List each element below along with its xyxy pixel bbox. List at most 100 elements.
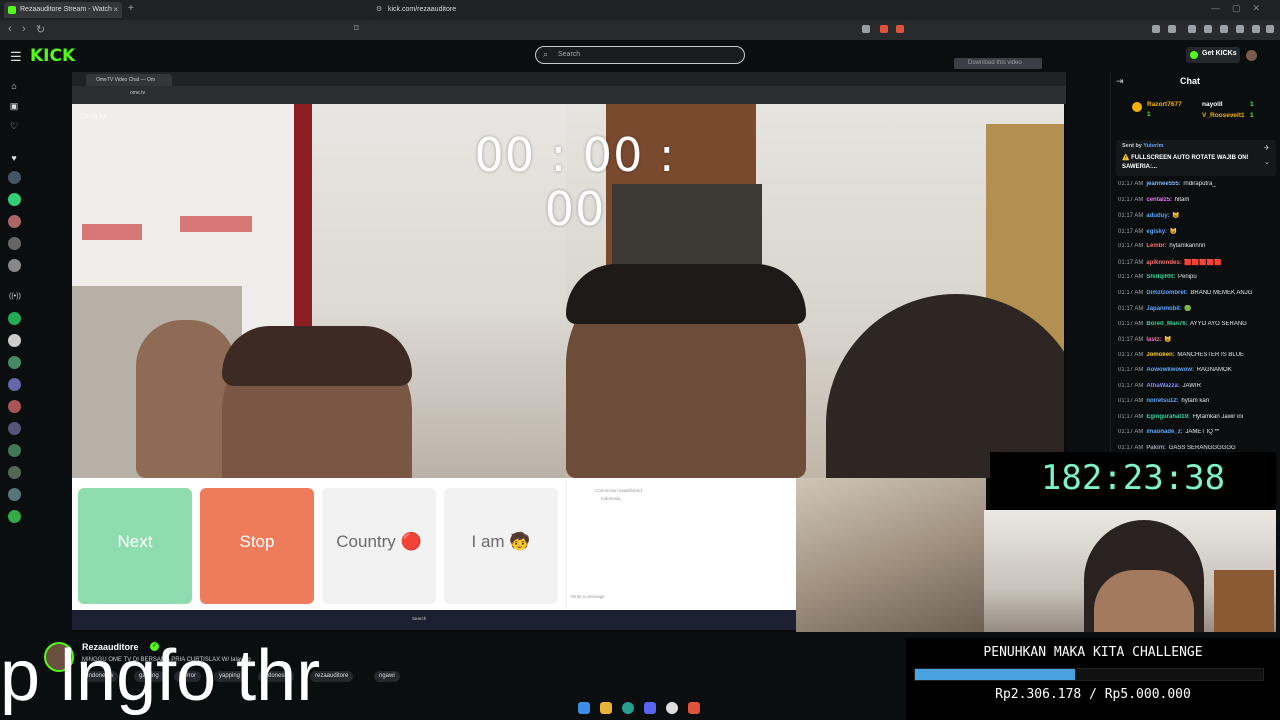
file-explorer-icon[interactable] <box>600 702 612 714</box>
chat-message[interactable]: 01:17 AM Jomoken: MANCHESTER IS BLUE <box>1118 352 1278 358</box>
collapse-chat-icon[interactable]: ⇥ <box>1116 76 1124 87</box>
chat-username[interactable]: Jomoken: <box>1146 352 1174 358</box>
user-avatar[interactable] <box>1246 50 1257 61</box>
browse-icon[interactable]: ▣ <box>9 101 19 112</box>
recommended-channel-avatar[interactable] <box>8 444 21 457</box>
chat-message[interactable]: 01:17 AM lastz: 😺 <box>1118 336 1278 343</box>
recommended-channel-avatar[interactable] <box>8 356 21 369</box>
chat-username[interactable]: Egingurahat19: <box>1146 414 1190 420</box>
chat-message[interactable]: 01:17 AM imaonade_z: JAMET IQ ** <box>1118 429 1278 435</box>
followed-channel-avatar[interactable] <box>8 171 21 184</box>
discord-icon[interactable] <box>644 702 656 714</box>
chat-username[interactable]: centalz5: <box>1146 197 1172 203</box>
menu-icon[interactable] <box>1266 25 1274 33</box>
i-am-button[interactable]: I am 🧒 <box>444 488 558 604</box>
following-icon[interactable]: ♡ <box>9 121 19 132</box>
chat-message[interactable]: 01:17 AM noiretsu12: hytam kan <box>1118 398 1278 404</box>
chat-message[interactable]: 01:17 AM Aowowkwowow: RAGNAMOK <box>1118 367 1278 373</box>
chat-message[interactable]: 01:17 AM aduduy: 😺 <box>1118 212 1278 219</box>
chat-message[interactable]: 01:17 AM Bored_Man76: AYYO AYO SERANG <box>1118 321 1278 327</box>
extension-icon[interactable] <box>1168 25 1176 33</box>
brave-rewards-icon[interactable] <box>896 25 904 33</box>
chat-username[interactable]: Lembr: <box>1146 243 1166 249</box>
chat-message[interactable]: 01:17 AM AthaWazza: JAWIR <box>1118 383 1278 389</box>
gifter-name[interactable]: nayolll <box>1202 101 1223 108</box>
chat-username[interactable]: egisky: <box>1146 229 1167 235</box>
forward-icon[interactable]: › <box>22 23 26 35</box>
chat-message[interactable]: 01:17 AM Pakim: GASS SERANGGGGGG <box>1118 445 1278 451</box>
chat-username[interactable]: noiretsu12: <box>1146 398 1178 404</box>
chat-message[interactable]: 01:17 AM Japanmobil: 🟢 <box>1118 305 1278 312</box>
country-button[interactable]: Country 🔴 <box>322 488 436 604</box>
site-info-icon[interactable]: ⚙ <box>376 5 382 13</box>
download-video-button[interactable]: Download this video <box>954 58 1042 69</box>
chat-message[interactable]: 01:17 AM Lembr: hytamkannnn <box>1118 243 1278 249</box>
search-input[interactable]: ⌕ Search <box>535 46 745 64</box>
chat-message[interactable]: 01:17 AM centalz5: hitam <box>1118 197 1278 203</box>
chat-username[interactable]: DimzGombret: <box>1146 290 1187 296</box>
extension-icon[interactable] <box>1188 25 1196 33</box>
chat-username[interactable]: imaonade_z: <box>1146 429 1182 435</box>
followed-channel-avatar[interactable] <box>8 237 21 250</box>
obs-icon[interactable] <box>666 702 678 714</box>
chat-username[interactable]: Pakim: <box>1146 445 1166 451</box>
gifter-name[interactable]: Razort7677 <box>1147 101 1182 108</box>
chat-username[interactable]: Bored_Man76: <box>1146 321 1187 327</box>
home-icon[interactable]: ⌂ <box>9 81 19 91</box>
windows-start-icon[interactable] <box>578 702 590 714</box>
url-field[interactable]: ⚙ kick.com/rezaauditore <box>370 3 910 17</box>
back-icon[interactable]: ‹ <box>8 23 12 35</box>
edge-icon[interactable] <box>622 702 634 714</box>
chevron-down-icon[interactable]: ⌄ <box>1264 158 1270 166</box>
pinned-message[interactable]: Sent by Yuterim ⚠️ FULLSCREEN AUTO ROTAT… <box>1116 140 1276 176</box>
followed-channel-avatar[interactable] <box>8 215 21 228</box>
wallet-icon[interactable] <box>1220 25 1228 33</box>
chat-message[interactable]: 01:17 AM jeannee555: rndiraputra_ <box>1118 181 1278 187</box>
extension-icon[interactable] <box>1236 25 1244 33</box>
chat-username[interactable]: AthaWazza: <box>1146 383 1179 389</box>
gifter-name[interactable]: V_Roosevelt1 <box>1202 112 1245 119</box>
chat-message[interactable]: 01:17 AM DimzGombret: BRAND MEMEK ANJG <box>1118 290 1278 296</box>
chat-username[interactable]: Aowowkwowow: <box>1146 367 1194 373</box>
extension-icon[interactable] <box>1152 25 1160 33</box>
recommended-channel-avatar[interactable] <box>8 510 21 523</box>
stop-button[interactable]: Stop <box>200 488 314 604</box>
chat-username[interactable]: lastz: <box>1146 337 1161 343</box>
recommended-channel-avatar[interactable] <box>8 312 21 325</box>
share-icon[interactable] <box>862 25 870 33</box>
chat-username[interactable]: apiknondes: <box>1146 260 1181 266</box>
window-controls[interactable]: —▢✕ <box>1211 3 1272 14</box>
chat-username[interactable]: jeannee555: <box>1146 181 1180 187</box>
next-button[interactable]: Next <box>78 488 192 604</box>
recommended-channel-avatar[interactable] <box>8 400 21 413</box>
stream-tag[interactable]: ngawi <box>374 671 400 682</box>
recommended-channel-avatar[interactable] <box>8 488 21 501</box>
browser-tab[interactable]: Rezaauditore Stream - Watch × <box>4 2 122 18</box>
chat-message[interactable]: 01:17 AM Egingurahat19: Hytamkan Jawir in… <box>1118 414 1278 420</box>
unpin-icon[interactable]: ✈ <box>1264 144 1270 152</box>
get-kicks-button[interactable]: Get KICKs <box>1186 47 1240 63</box>
chat-message[interactable]: 01:17 AM apiknondes: 🟥🟥🟥🟥🟥 <box>1118 259 1278 266</box>
kick-logo[interactable]: KICK <box>30 46 75 66</box>
bookmark-icon[interactable]: ⌑ <box>354 23 359 34</box>
new-tab-button[interactable]: + <box>128 3 134 14</box>
chat-message-input[interactable]: Write a message <box>571 594 605 599</box>
sidebar-icon[interactable] <box>1204 25 1212 33</box>
chat-username[interactable]: Japanmobil: <box>1146 306 1181 312</box>
recommended-channel-avatar[interactable] <box>8 422 21 435</box>
brave-shield-icon[interactable] <box>880 25 888 33</box>
followed-channel-avatar[interactable] <box>8 193 21 206</box>
chat-username[interactable]: ShidqiRR: <box>1146 274 1175 280</box>
brave-icon[interactable] <box>688 702 700 714</box>
chat-message[interactable]: 01:17 AM ShidqiRR: Penipu <box>1118 274 1278 280</box>
recommended-channel-avatar[interactable] <box>8 378 21 391</box>
reload-icon[interactable]: ↻ <box>36 23 45 36</box>
vpn-icon[interactable] <box>1252 25 1260 33</box>
recommended-channel-avatar[interactable] <box>8 334 21 347</box>
chat-username[interactable]: aduduy: <box>1146 213 1169 219</box>
hamburger-menu-icon[interactable]: ☰ <box>10 49 22 65</box>
chat-message[interactable]: 01:17 AM egisky: 😺 <box>1118 228 1278 235</box>
close-tab-icon[interactable]: × <box>113 5 118 14</box>
followed-channel-avatar[interactable] <box>8 259 21 272</box>
recommended-channel-avatar[interactable] <box>8 466 21 479</box>
